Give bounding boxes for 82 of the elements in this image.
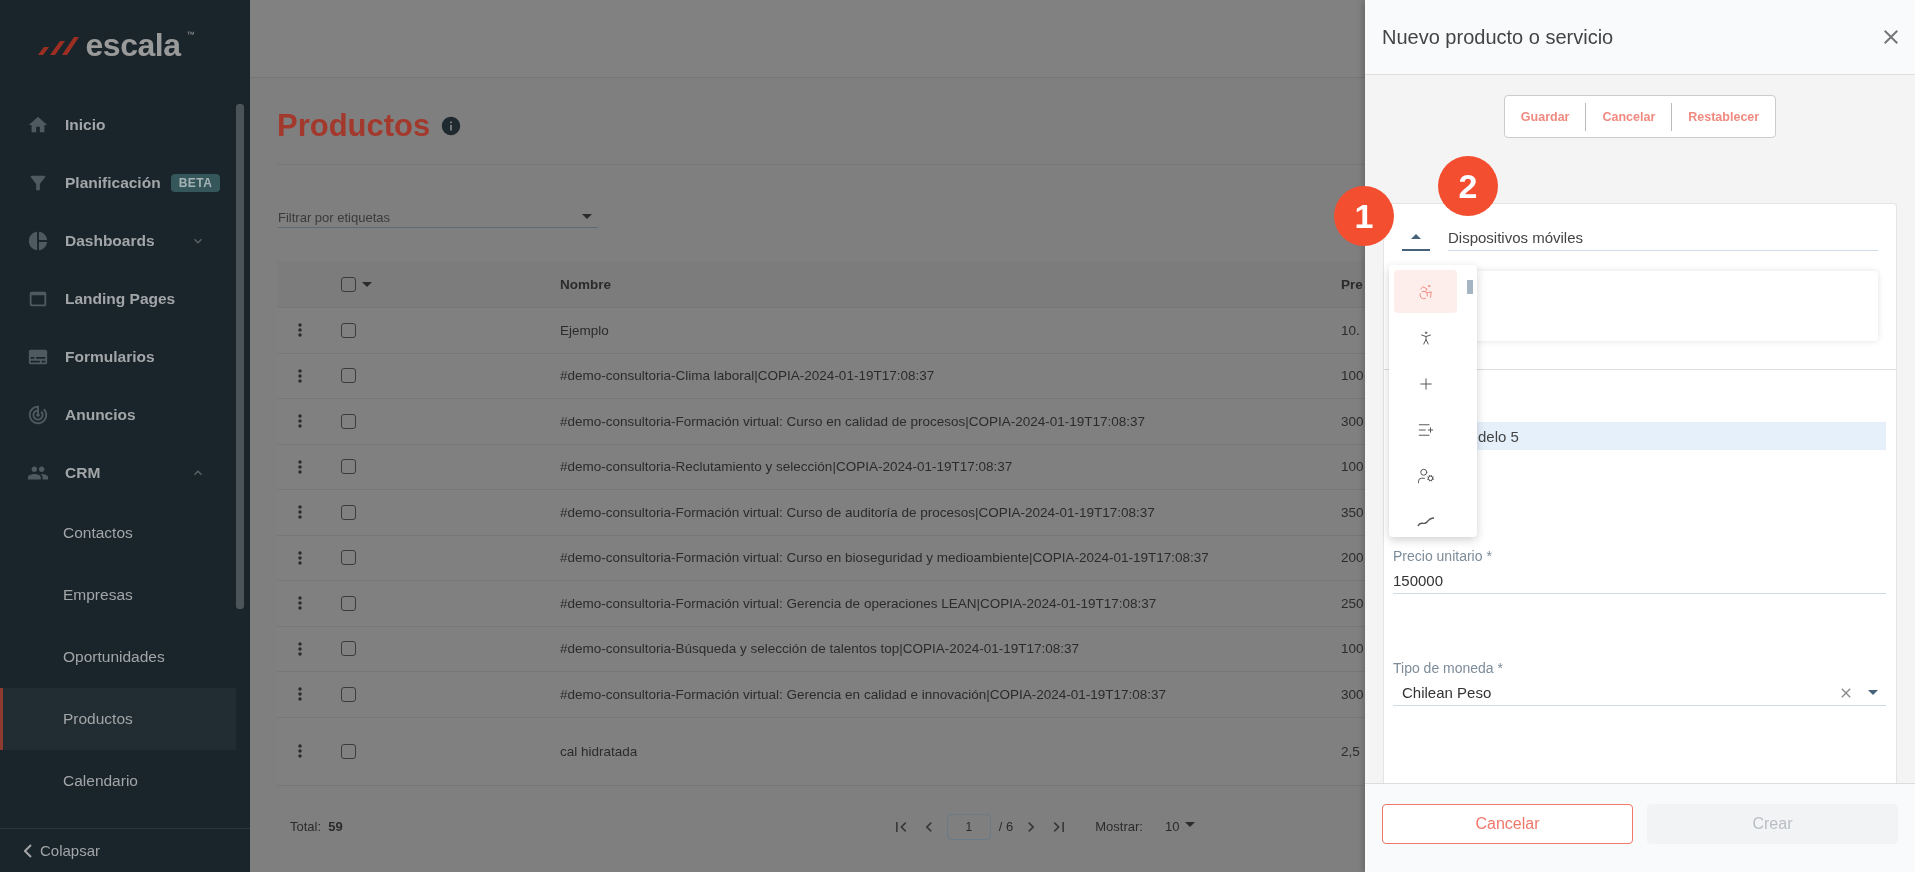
- caret-icon: [1868, 690, 1878, 695]
- target-icon: [27, 404, 49, 426]
- logo-icon: [35, 34, 80, 57]
- sidebar-subitem[interactable]: Calendario: [0, 750, 236, 812]
- table-cell: 300: [1341, 686, 1365, 702]
- currency-select[interactable]: Chilean Peso: [1393, 680, 1886, 706]
- sidebar-item[interactable]: Inicio: [0, 96, 236, 154]
- sidebar-item[interactable]: Anuncios: [0, 386, 236, 444]
- name-field[interactable]: Dispositivos móviles: [1448, 229, 1878, 251]
- table-cell-text: #demo-consultoria-Formación virtual: Curso en bioseguridad y medioambiente|COPIA-2024-01-19T17:08:37: [560, 550, 1210, 566]
- nav-label: Dashboards: [65, 232, 155, 250]
- row-checkbox[interactable]: [341, 504, 356, 520]
- caret-icon: [582, 214, 592, 219]
- table-cell-text: #demo-consultoria-Formación virtual: Curso en calidad de procesos|COPIA-2024-01-19T17:08:37: [560, 413, 1147, 429]
- table-cell: 300: [1341, 413, 1365, 429]
- sidebar-subitem[interactable]: Productos: [0, 688, 236, 750]
- column-header: Pre: [1341, 276, 1364, 292]
- table-cell: 100: [1341, 459, 1365, 475]
- row-checkbox[interactable]: [341, 459, 356, 475]
- table-cell: 100: [1341, 368, 1365, 384]
- pie-chart-icon: [27, 230, 49, 252]
- sidebar-subitem[interactable]: Empresas: [0, 564, 236, 626]
- field-label: Tipo de moneda *: [1393, 660, 1504, 676]
- table-cell: 350: [1341, 504, 1365, 520]
- select-all-checkbox[interactable]: [341, 276, 356, 292]
- caret-icon: [1185, 822, 1196, 827]
- row-checkbox[interactable]: [341, 368, 356, 384]
- sidebar-item[interactable]: Dashboards: [0, 212, 236, 270]
- page-count: / 6: [998, 819, 1014, 834]
- table-cell: 250: [1341, 595, 1365, 611]
- info-icon: [440, 115, 463, 137]
- table-cell-text: #demo-consultoria-Formación virtual: Curso de auditoría de procesos|COPIA-2024-01-19T17:08:37: [560, 504, 1156, 520]
- page-field[interactable]: 1: [946, 813, 991, 840]
- show-label: Mostrar:: [1095, 819, 1143, 834]
- total-label: Total:: [290, 819, 322, 834]
- sidebar-subitem[interactable]: Contactos: [0, 502, 236, 564]
- scrollbar: [1467, 280, 1473, 294]
- nav-label: Planificación: [65, 174, 161, 192]
- row-checkbox[interactable]: [341, 322, 356, 338]
- total-count: 59: [328, 819, 343, 834]
- sidebar-item[interactable]: Formularios: [0, 328, 236, 386]
- table-cell-text: #demo-consultoria-Búsqueda y selección de talentos top|COPIA-2024-01-19T17:08:37: [560, 641, 1081, 657]
- row-checkbox[interactable]: [341, 686, 356, 702]
- row-checkbox[interactable]: [341, 550, 356, 566]
- nav-label: CRM: [65, 464, 101, 482]
- pen-stroke-icon: [1416, 516, 1435, 527]
- row-checkbox[interactable]: [341, 641, 356, 657]
- chevron-left-icon: [24, 843, 32, 858]
- drawer-title: Nuevo producto o servicio: [1382, 25, 1614, 49]
- table-cell: 200: [1341, 550, 1365, 566]
- table-cell-text: 10.: [1341, 322, 1361, 338]
- page-size-select[interactable]: 10: [1164, 819, 1180, 834]
- nav-label: Formularios: [65, 348, 155, 366]
- sidebar-subitem[interactable]: Oportunidades: [0, 626, 236, 688]
- row-checkbox[interactable]: [341, 595, 356, 611]
- table-cell-text: #demo-consultoria-Reclutamiento y selección|COPIA-2024-01-19T17:08:37: [560, 459, 1014, 475]
- table-cell-text: Ejemplo: [560, 322, 610, 338]
- table-cell: 100: [1341, 641, 1365, 657]
- beta-badge: BETA: [170, 174, 221, 192]
- page-title: Productos: [277, 108, 431, 144]
- user-gear-icon: [1416, 466, 1435, 485]
- table-cell-text: #demo-consultoria-Formación virtual: Gerencia de operaciones LEAN|COPIA-2024-01-19T17:08:37: [560, 595, 1158, 611]
- nav-label: Anuncios: [65, 406, 136, 424]
- nav-label: Landing Pages: [65, 290, 176, 308]
- logo-text: escala: [85, 27, 181, 64]
- caret-icon: [362, 281, 372, 287]
- row-checkbox[interactable]: [341, 413, 356, 429]
- table-cell-text: #demo-consultoria-Clima laboral|COPIA-2024-01-19T17:08:37: [560, 368, 936, 384]
- wheelchair-icon: [1416, 282, 1435, 301]
- table-cell-text: 2,5: [1341, 743, 1361, 759]
- trademark-mark: ™: [186, 30, 195, 39]
- field-label: Precio unitario *: [1393, 548, 1493, 564]
- caret-icon: [1411, 234, 1421, 239]
- column-header: Nombre: [560, 276, 612, 292]
- sidebar-item[interactable]: Planificación BETA: [0, 154, 236, 212]
- price-field[interactable]: 150000: [1393, 568, 1886, 594]
- table-cell-text: cal hidratada: [560, 743, 639, 759]
- nav-label: Inicio: [65, 116, 106, 134]
- sidebar-item[interactable]: CRM: [0, 444, 236, 502]
- table-cell-text: #demo-consultoria-Formación virtual: Gerencia en calidad e innovación|COPIA-2024-01-19T17:08:37: [560, 686, 1168, 702]
- sidebar-item[interactable]: Landing Pages: [0, 270, 236, 328]
- row-checkbox[interactable]: [341, 743, 356, 759]
